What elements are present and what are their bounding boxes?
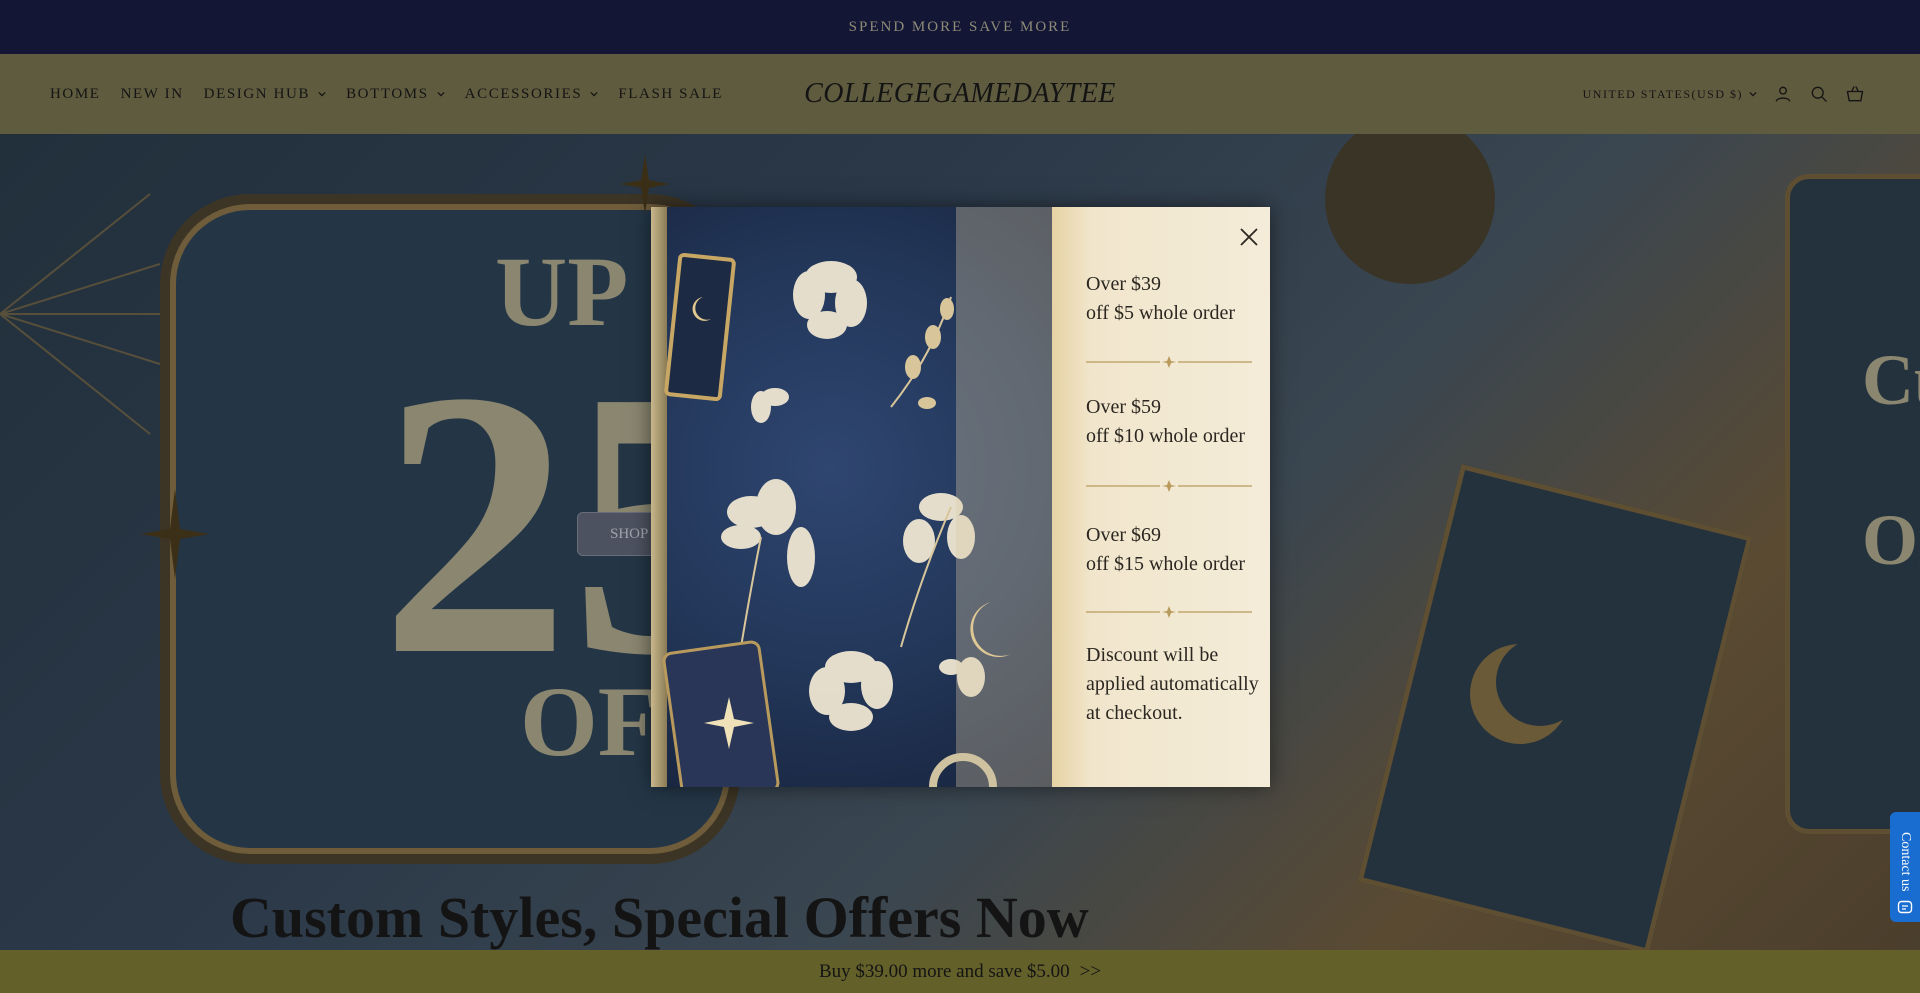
offer-note-line: applied automatically	[1086, 673, 1259, 695]
modal-artwork	[651, 207, 1052, 787]
chat-icon	[1897, 900, 1913, 913]
hero-tagline: Custom Styles, Special Offers Now	[230, 885, 1089, 950]
promotion-text: Buy $39.00 more and save $5.00	[818, 960, 1070, 982]
nav-item-label: FLASH SALE	[618, 85, 724, 102]
announcement-text: SPEND MORE SAVE MORE	[848, 18, 1072, 35]
promotion-modal: Over $39 off $5 whole order Over $59 off…	[651, 207, 1270, 787]
divider-star-icon	[1086, 356, 1252, 368]
offer-tier-3: Over $69 off $15 whole order	[1086, 521, 1245, 579]
offer-tier-2: Over $59 off $10 whole order	[1086, 393, 1245, 451]
offer-threshold: Over $39	[1086, 273, 1161, 295]
nav-item-accessories[interactable]: ACCESSORIES	[465, 86, 599, 103]
chevron-down-icon	[437, 91, 445, 97]
starburst-decoration	[0, 193, 160, 435]
site-logo[interactable]: COLLEGEGAMEDAYTEE	[804, 78, 1116, 110]
star-decoration	[140, 489, 210, 579]
nav-item-label: HOME	[50, 85, 101, 102]
modal-offers-panel: Over $39 off $5 whole order Over $59 off…	[1052, 207, 1270, 787]
offer-discount: off $15 whole order	[1086, 553, 1246, 575]
offer-discount: off $10 whole order	[1086, 425, 1246, 447]
divider-star-icon	[1086, 480, 1252, 492]
promotion-arrows: >>	[1079, 960, 1102, 982]
contact-us-label: Contact us	[1898, 832, 1913, 892]
offer-threshold: Over $59	[1086, 396, 1161, 418]
currency-label: UNITED STATES(USD $)	[1582, 86, 1743, 101]
offer-tier-1: Over $39 off $5 whole order	[1086, 270, 1235, 328]
offer-threshold: Over $69	[1086, 524, 1161, 546]
site-header: HOME NEW IN DESIGN HUB BOTTOMS ACCESSORI…	[0, 54, 1920, 134]
offer-note: Discount will be applied automatically a…	[1086, 641, 1259, 728]
nav-item-new-in[interactable]: NEW IN	[121, 86, 184, 103]
moon-decoration	[1325, 134, 1495, 284]
cart-icon[interactable]	[1845, 84, 1865, 104]
chevron-down-icon	[590, 91, 598, 97]
chevron-down-icon	[318, 91, 326, 97]
floral-illustration	[662, 207, 1052, 787]
currency-selector[interactable]: UNITED STATES(USD $)	[1583, 87, 1757, 102]
hero-right-text: Cu	[1862, 340, 1920, 420]
cart-promotion-bar[interactable]: Buy $39.00 more and save $5.00 >>	[0, 950, 1920, 993]
shop-button-label: SHOP	[610, 525, 649, 542]
main-nav: HOME NEW IN DESIGN HUB BOTTOMS ACCESSORI…	[50, 54, 743, 134]
close-icon[interactable]	[1238, 226, 1260, 248]
star-decoration	[620, 154, 670, 214]
nav-item-label: ACCESSORIES	[464, 85, 583, 102]
contact-us-tab[interactable]: Contact us	[1890, 812, 1920, 922]
nav-item-home[interactable]: HOME	[50, 86, 101, 103]
search-icon[interactable]	[1809, 84, 1829, 104]
nav-item-flash-sale[interactable]: FLASH SALE	[618, 86, 723, 103]
offer-note-line: Discount will be	[1086, 644, 1219, 666]
divider-star-icon	[1086, 606, 1252, 618]
nav-item-label: BOTTOMS	[346, 85, 429, 102]
offer-note-line: at checkout.	[1086, 702, 1183, 724]
account-icon[interactable]	[1773, 84, 1793, 104]
announcement-bar: SPEND MORE SAVE MORE	[0, 0, 1920, 54]
nav-item-design-hub[interactable]: DESIGN HUB	[204, 86, 326, 103]
offer-discount: off $5 whole order	[1086, 302, 1236, 324]
nav-item-bottoms[interactable]: BOTTOMS	[346, 86, 445, 103]
hero-right-text: On	[1862, 500, 1920, 580]
chevron-down-icon	[1749, 91, 1757, 97]
header-utilities: UNITED STATES(USD $)	[1583, 54, 1865, 134]
nav-item-label: NEW IN	[120, 85, 184, 102]
nav-item-label: DESIGN HUB	[203, 85, 311, 102]
crescent-moon-decoration	[1470, 638, 1580, 744]
